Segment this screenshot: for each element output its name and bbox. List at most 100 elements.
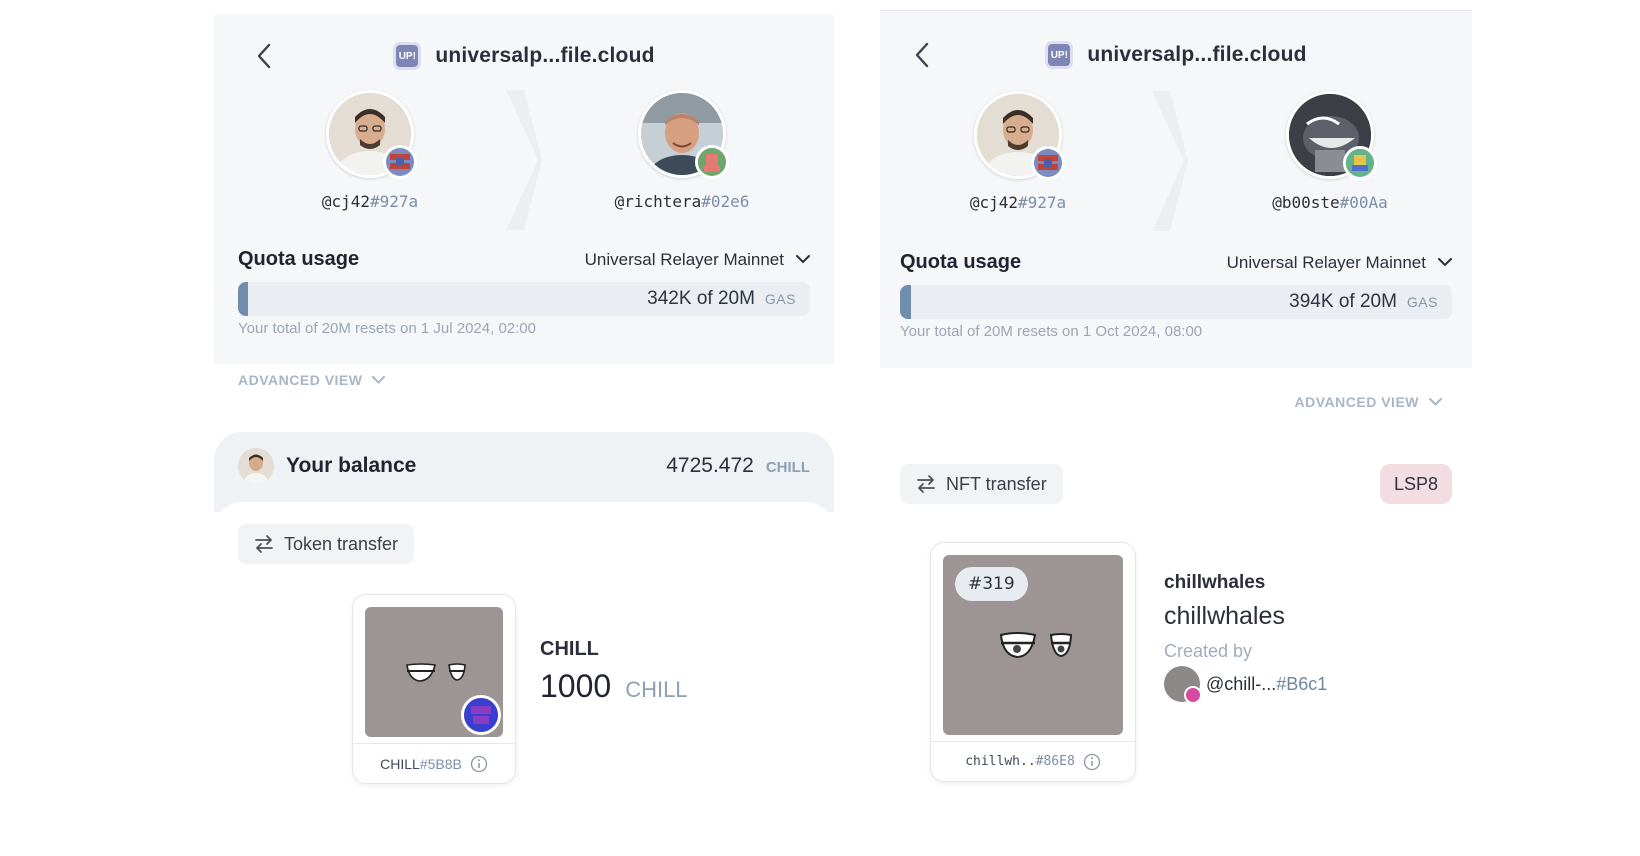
up-logo-icon: UP! bbox=[1045, 41, 1074, 69]
quota-progress-bar: 394K of 20M GAS bbox=[900, 285, 1452, 319]
nft-number-badge: #319 bbox=[955, 567, 1028, 601]
back-chevron-icon bbox=[257, 43, 271, 69]
balance-avatar bbox=[238, 448, 274, 484]
receiver-avatar bbox=[1286, 91, 1377, 180]
chevron-down-icon bbox=[1429, 398, 1442, 406]
creator-badge-icon bbox=[1184, 686, 1202, 704]
advanced-view-toggle[interactable]: ADVANCED VIEW bbox=[1295, 394, 1442, 410]
site-info: UP! universalp...file.cloud bbox=[1045, 41, 1306, 69]
sender-profile[interactable]: @cj42#927a bbox=[918, 91, 1118, 212]
chevron-down-icon bbox=[1438, 258, 1452, 267]
token-network-badge-icon bbox=[461, 695, 501, 735]
relayer-label: Universal Relayer Mainnet bbox=[584, 249, 784, 269]
site-name: universalp...file.cloud bbox=[1087, 43, 1307, 66]
transaction-header-area: UP! universalp...file.cloud @cj42#927a @… bbox=[214, 14, 834, 364]
quota-title: Quota usage bbox=[238, 248, 360, 270]
receiver-profile[interactable]: @richtera#02e6 bbox=[582, 90, 782, 211]
token-amount-value: 1000 bbox=[540, 668, 612, 704]
quota-amount-value: 394K of 20M bbox=[1289, 291, 1397, 312]
quota-row: Quota usage Universal Relayer Mainnet bbox=[238, 248, 810, 271]
relayer-label: Universal Relayer Mainnet bbox=[1226, 252, 1426, 272]
profiles-row: @cj42#927a @b00ste#00Aa bbox=[880, 91, 1472, 231]
transfer-details: Token transfer CHILL#5B8B CHILL 1000 CHI… bbox=[214, 502, 834, 856]
receiver-handle: @richtera#02e6 bbox=[614, 192, 750, 211]
nft-card-footer: chillwh..#86E8 bbox=[931, 741, 1135, 781]
token-transfer-panel: UP! universalp...file.cloud @cj42#927a @… bbox=[214, 0, 834, 856]
creator-profile[interactable]: @chill-...#B6c1 bbox=[1164, 666, 1328, 704]
quota-amount: 394K of 20M GAS bbox=[1289, 285, 1438, 319]
balance-unit: CHILL bbox=[765, 459, 810, 476]
nft-transfer-label: NFT transfer bbox=[946, 473, 1047, 494]
created-by-label: Created by bbox=[1164, 641, 1253, 661]
nft-identifier: chillwh..#86E8 bbox=[965, 754, 1075, 769]
token-name: CHILL bbox=[540, 638, 599, 660]
balance-value: 4725.472 CHILL bbox=[666, 454, 810, 478]
quota-reset-note: Your total of 20M resets on 1 Oct 2024, … bbox=[900, 323, 1203, 340]
profiles-row: @cj42#927a @richtera#02e6 bbox=[214, 90, 834, 230]
sender-handle: @cj42#927a bbox=[321, 192, 419, 211]
receiver-profile-badge-icon bbox=[1343, 146, 1377, 180]
sender-profile-badge-icon bbox=[383, 145, 417, 179]
chevron-down-icon bbox=[372, 376, 386, 384]
quota-progress-bar: 342K of 20M GAS bbox=[238, 282, 810, 316]
info-icon[interactable] bbox=[470, 755, 488, 773]
transfer-details: NFT transfer LSP8 #319 chillwh..#86E8 ch… bbox=[880, 436, 1472, 856]
balance-amount: 4725.472 bbox=[666, 454, 754, 477]
site-name: universalp...file.cloud bbox=[435, 44, 655, 67]
quota-title: Quota usage bbox=[900, 251, 1022, 273]
creator-handle: @chill-...#B6c1 bbox=[1206, 673, 1328, 694]
transaction-header-area: UP! universalp...file.cloud @cj42#927a @… bbox=[880, 10, 1472, 368]
token-transfer-chip[interactable]: Token transfer bbox=[238, 524, 415, 564]
token-card-footer: CHILL#5B8B bbox=[353, 743, 515, 783]
back-button[interactable] bbox=[250, 42, 278, 70]
advanced-view-toggle[interactable]: ADVANCED VIEW bbox=[238, 372, 386, 388]
receiver-profile-badge-icon bbox=[695, 145, 729, 179]
up-logo-icon: UP! bbox=[393, 42, 422, 70]
header: UP! universalp...file.cloud bbox=[214, 36, 834, 76]
balance-card: Your balance 4725.472 CHILL bbox=[214, 432, 834, 512]
site-info: UP! universalp...file.cloud bbox=[393, 42, 654, 70]
token-image bbox=[365, 607, 503, 737]
direction-chevron-icon bbox=[506, 90, 542, 230]
token-amount-unit: CHILL bbox=[625, 677, 688, 702]
creator-avatar bbox=[1164, 666, 1202, 704]
sender-profile-badge-icon bbox=[1031, 146, 1065, 180]
nft-title: chillwhales bbox=[1164, 602, 1285, 630]
quota-unit: GAS bbox=[764, 291, 796, 307]
nft-transfer-panel: UP! universalp...file.cloud @cj42#927a @… bbox=[880, 0, 1472, 856]
user-photo-icon bbox=[238, 448, 274, 484]
quota-progress-fill bbox=[900, 285, 911, 319]
token-card[interactable]: CHILL#5B8B bbox=[352, 594, 516, 784]
sender-profile[interactable]: @cj42#927a bbox=[270, 90, 470, 211]
receiver-avatar bbox=[638, 90, 729, 179]
chevron-down-icon bbox=[796, 255, 810, 264]
transfer-arrows-icon bbox=[255, 535, 273, 553]
nft-transfer-chip[interactable]: NFT transfer bbox=[900, 464, 1063, 504]
direction-chevron-icon bbox=[1152, 91, 1188, 231]
receiver-profile[interactable]: @b00ste#00Aa bbox=[1230, 91, 1430, 212]
nft-collection-name: chillwhales bbox=[1164, 572, 1266, 593]
quota-unit: GAS bbox=[1406, 294, 1438, 310]
transfer-arrows-icon bbox=[917, 475, 935, 493]
token-amount: 1000 CHILL bbox=[540, 668, 688, 705]
quota-row: Quota usage Universal Relayer Mainnet bbox=[900, 251, 1452, 274]
advanced-view-label: ADVANCED VIEW bbox=[238, 372, 363, 388]
relayer-dropdown[interactable]: Universal Relayer Mainnet bbox=[1227, 253, 1452, 273]
relayer-dropdown[interactable]: Universal Relayer Mainnet bbox=[585, 250, 810, 270]
sender-avatar bbox=[326, 90, 417, 179]
sender-avatar bbox=[974, 91, 1065, 180]
quota-amount-value: 342K of 20M bbox=[647, 288, 755, 309]
sender-handle: @cj42#927a bbox=[969, 193, 1067, 212]
header: UP! universalp...file.cloud bbox=[880, 35, 1472, 75]
back-chevron-icon bbox=[915, 42, 929, 68]
nft-card[interactable]: #319 chillwh..#86E8 bbox=[930, 542, 1136, 782]
nft-image: #319 bbox=[943, 555, 1123, 735]
quota-progress-fill bbox=[238, 282, 248, 316]
token-transfer-label: Token transfer bbox=[284, 533, 399, 554]
receiver-handle: @b00ste#00Aa bbox=[1272, 193, 1388, 212]
quota-reset-note: Your total of 20M resets on 1 Jul 2024, … bbox=[238, 320, 536, 337]
back-button[interactable] bbox=[908, 41, 936, 69]
balance-label: Your balance bbox=[286, 454, 417, 477]
info-icon[interactable] bbox=[1083, 753, 1101, 771]
quota-amount: 342K of 20M GAS bbox=[647, 282, 796, 316]
